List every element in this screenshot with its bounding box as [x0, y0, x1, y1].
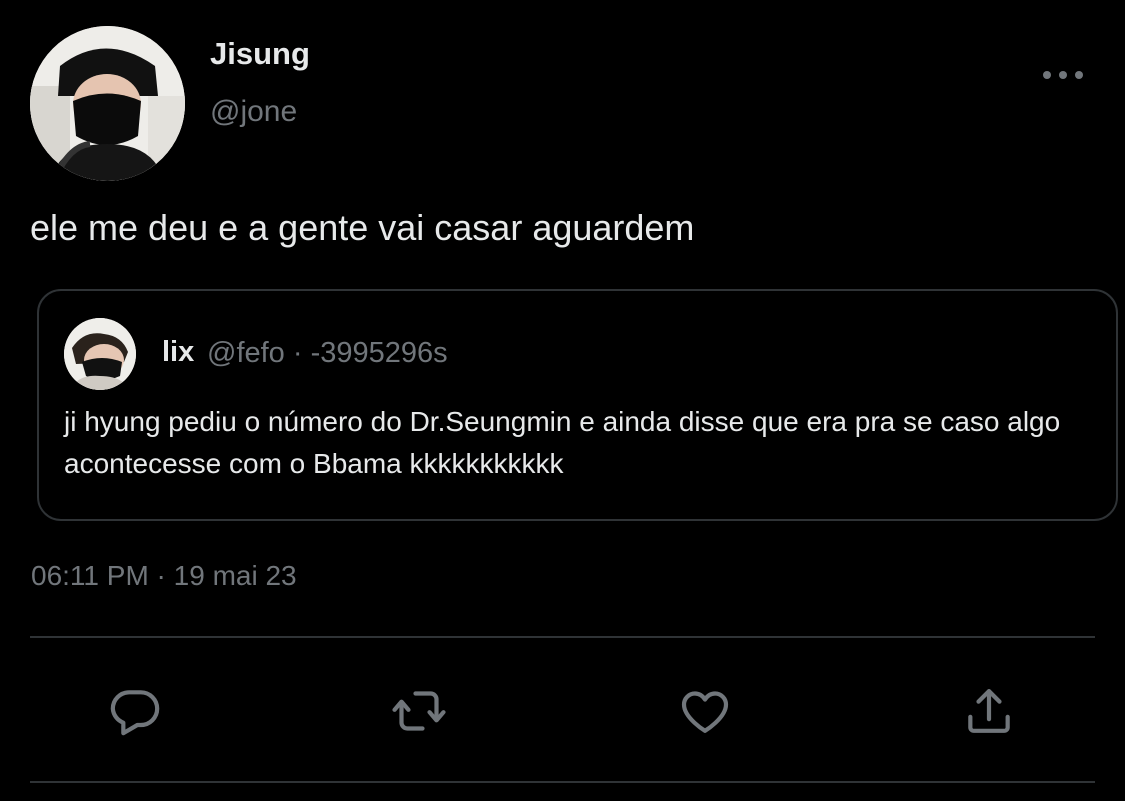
author-handle[interactable]: @jone: [210, 95, 297, 129]
avatar-photo: [30, 26, 185, 181]
divider: [30, 781, 1095, 783]
tweet-text: ele me deu e a gente vai casar aguardem: [30, 207, 695, 248]
quoted-author-meta: @fefo · -3995296s: [207, 337, 448, 369]
tweet-timestamp[interactable]: 06:11 PM · 19 mai 23: [31, 560, 297, 592]
quoted-author-name[interactable]: lix: [162, 336, 194, 369]
divider: [30, 636, 1095, 638]
quoted-author-avatar[interactable]: [64, 318, 136, 390]
share-button[interactable]: [961, 683, 1017, 739]
share-upload-icon: [968, 689, 1010, 733]
quoted-tweet-text: ji hyung pediu o número do Dr.Seungmin e…: [64, 406, 1061, 479]
author-name[interactable]: Jisung: [210, 36, 310, 72]
like-button[interactable]: [677, 683, 733, 739]
retweet-icon: [392, 691, 446, 731]
author-avatar[interactable]: [30, 26, 185, 181]
quoted-avatar-photo: [64, 318, 136, 390]
more-horizontal-icon[interactable]: [1038, 60, 1088, 90]
dot: [1075, 71, 1083, 79]
reply-button[interactable]: [107, 683, 163, 739]
quoted-tweet[interactable]: lix @fefo · -3995296s ji hyung pediu o n…: [37, 289, 1118, 521]
dot: [1059, 71, 1067, 79]
retweet-button[interactable]: [391, 683, 447, 739]
dot: [1043, 71, 1051, 79]
reply-bubble-icon: [110, 690, 160, 736]
heart-icon: [681, 691, 729, 733]
